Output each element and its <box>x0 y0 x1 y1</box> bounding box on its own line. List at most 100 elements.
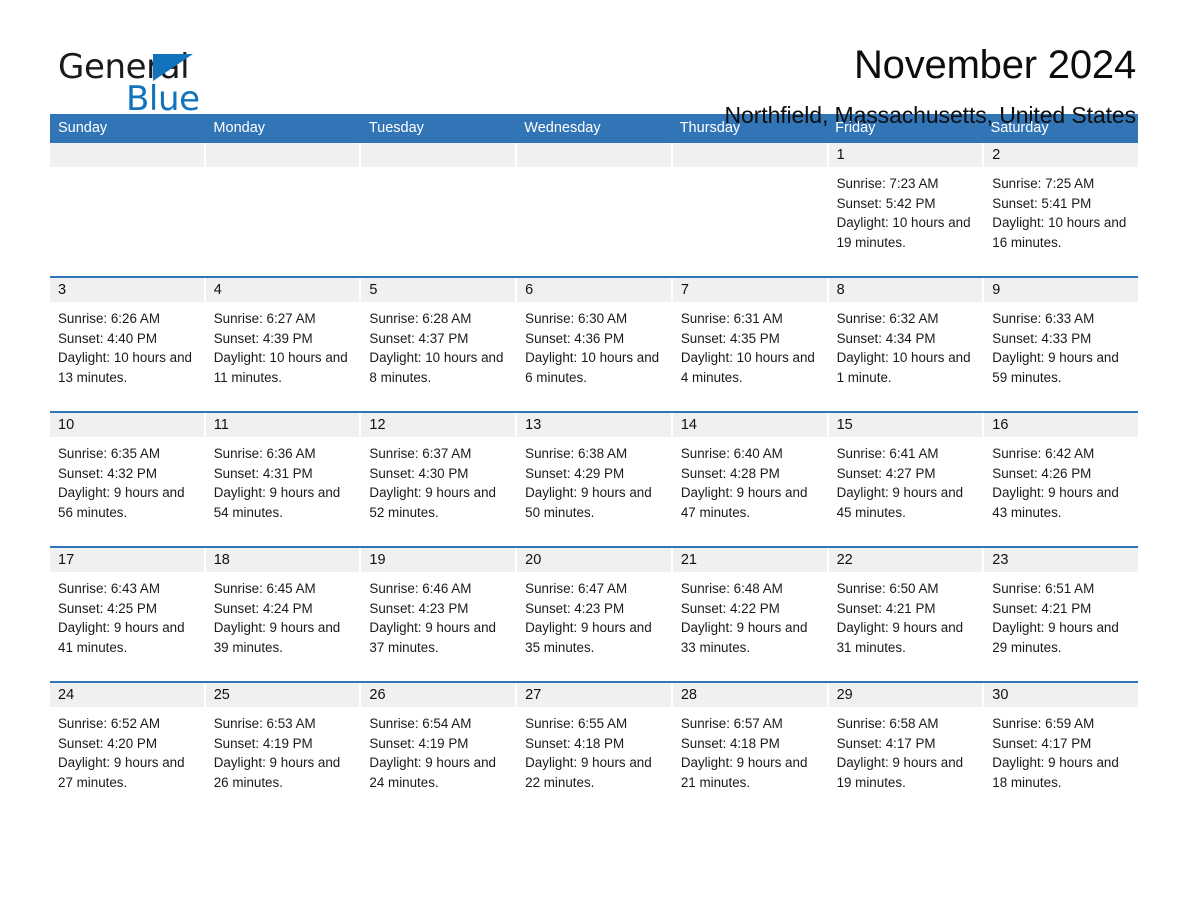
day-details: Sunrise: 7:23 AM Sunset: 5:42 PM Dayligh… <box>836 176 971 251</box>
day-number <box>361 143 516 167</box>
day-cell[interactable]: 16 Sunrise: 6:42 AM Sunset: 4:26 PM Dayli… <box>984 413 1138 546</box>
day-cell[interactable]: 20 Sunrise: 6:47 AM Sunset: 4:23 PM Dayli… <box>517 548 671 681</box>
weekday-header-monday: Monday <box>213 120 266 136</box>
day-cell[interactable] <box>50 143 204 276</box>
day-cell[interactable] <box>205 143 360 276</box>
day-details: Sunrise: 6:36 AM Sunset: 4:31 PM Dayligh… <box>213 446 341 521</box>
day-cell[interactable]: 24 Sunrise: 6:52 AM Sunset: 4:20 PM Dayli… <box>50 683 204 816</box>
generalblue-logo[interactable]: General Blue <box>50 44 310 116</box>
day-cell[interactable]: 22 Sunrise: 6:50 AM Sunset: 4:21 PM Dayli… <box>828 548 983 681</box>
day-number: 6 <box>517 278 671 302</box>
day-details: Sunrise: 6:52 AM Sunset: 4:20 PM Dayligh… <box>58 716 185 791</box>
day-cell[interactable]: 12 Sunrise: 6:37 AM Sunset: 4:30 PM Dayli… <box>361 413 516 546</box>
week-row: 24 Sunrise: 6:52 AM Sunset: 4:20 PM Dayli… <box>50 681 1138 816</box>
day-number: 1 <box>828 143 983 167</box>
day-details: Sunrise: 6:48 AM Sunset: 4:22 PM Dayligh… <box>680 581 808 656</box>
weekday-header-wednesday: Wednesday <box>524 120 601 136</box>
day-number: 10 <box>50 413 204 437</box>
day-cell[interactable]: 13 Sunrise: 6:38 AM Sunset: 4:29 PM Dayli… <box>517 413 671 546</box>
day-details <box>206 167 360 174</box>
day-details: Sunrise: 6:58 AM Sunset: 4:17 PM Dayligh… <box>836 716 964 791</box>
day-number: 12 <box>361 413 516 437</box>
day-details <box>673 167 827 174</box>
day-cell[interactable]: 1 Sunrise: 7:23 AM Sunset: 5:42 PM Daylig… <box>828 143 983 276</box>
day-details: Sunrise: 6:32 AM Sunset: 4:34 PM Dayligh… <box>836 311 971 386</box>
day-cell[interactable]: 2 Sunrise: 7:25 AM Sunset: 5:41 PM Daylig… <box>984 143 1138 276</box>
day-details: Sunrise: 6:47 AM Sunset: 4:23 PM Dayligh… <box>525 581 652 656</box>
week-row: 17 Sunrise: 6:43 AM Sunset: 4:25 PM Dayli… <box>50 546 1138 681</box>
day-cell[interactable]: 7 Sunrise: 6:31 AM Sunset: 4:35 PM Daylig… <box>672 278 827 411</box>
day-details: Sunrise: 6:50 AM Sunset: 4:21 PM Dayligh… <box>836 581 964 656</box>
day-number: 3 <box>50 278 204 302</box>
calendar-grid: Sunday Monday Tuesday Wednesday Thursday… <box>50 114 1138 816</box>
day-cell[interactable]: 30 Sunrise: 6:59 AM Sunset: 4:17 PM Dayli… <box>984 683 1138 816</box>
day-number: 8 <box>828 278 983 302</box>
day-details: Sunrise: 6:27 AM Sunset: 4:39 PM Dayligh… <box>213 311 348 386</box>
day-cell[interactable]: 29 Sunrise: 6:58 AM Sunset: 4:17 PM Dayli… <box>828 683 983 816</box>
day-number: 15 <box>828 413 983 437</box>
day-number: 18 <box>205 548 360 572</box>
weekday-header-friday: Friday <box>835 120 876 136</box>
day-cell[interactable]: 26 Sunrise: 6:54 AM Sunset: 4:19 PM Dayli… <box>361 683 516 816</box>
logo-word-blue: Blue <box>126 79 200 119</box>
day-number: 5 <box>361 278 516 302</box>
week-row: 10 Sunrise: 6:35 AM Sunset: 4:32 PM Dayli… <box>50 411 1138 546</box>
day-details: Sunrise: 6:42 AM Sunset: 4:26 PM Dayligh… <box>992 446 1119 521</box>
day-details: Sunrise: 6:45 AM Sunset: 4:24 PM Dayligh… <box>213 581 341 656</box>
day-details: Sunrise: 6:51 AM Sunset: 4:21 PM Dayligh… <box>992 581 1119 656</box>
day-details: Sunrise: 6:43 AM Sunset: 4:25 PM Dayligh… <box>58 581 185 656</box>
day-details: Sunrise: 6:54 AM Sunset: 4:19 PM Dayligh… <box>369 716 496 791</box>
day-details <box>50 167 204 174</box>
day-cell[interactable]: 11 Sunrise: 6:36 AM Sunset: 4:31 PM Dayli… <box>205 413 360 546</box>
day-cell[interactable] <box>517 143 671 276</box>
day-number: 27 <box>517 683 671 707</box>
day-cell[interactable]: 8 Sunrise: 6:32 AM Sunset: 4:34 PM Daylig… <box>828 278 983 411</box>
day-cell[interactable]: 3 Sunrise: 6:26 AM Sunset: 4:40 PM Daylig… <box>50 278 204 411</box>
day-details: Sunrise: 6:33 AM Sunset: 4:33 PM Dayligh… <box>992 311 1119 386</box>
day-cell[interactable] <box>361 143 516 276</box>
day-cell[interactable]: 17 Sunrise: 6:43 AM Sunset: 4:25 PM Dayli… <box>50 548 204 681</box>
day-cell[interactable]: 4 Sunrise: 6:27 AM Sunset: 4:39 PM Daylig… <box>205 278 360 411</box>
day-number <box>50 143 204 167</box>
day-cell[interactable]: 19 Sunrise: 6:46 AM Sunset: 4:23 PM Dayli… <box>361 548 516 681</box>
day-details: Sunrise: 6:35 AM Sunset: 4:32 PM Dayligh… <box>58 446 185 521</box>
day-details: Sunrise: 6:26 AM Sunset: 4:40 PM Dayligh… <box>58 311 192 386</box>
day-number: 20 <box>517 548 671 572</box>
day-details: Sunrise: 6:57 AM Sunset: 4:18 PM Dayligh… <box>680 716 808 791</box>
day-number: 16 <box>984 413 1138 437</box>
day-details: Sunrise: 6:38 AM Sunset: 4:29 PM Dayligh… <box>525 446 652 521</box>
week-row: 3 Sunrise: 6:26 AM Sunset: 4:40 PM Daylig… <box>50 276 1138 411</box>
day-number: 22 <box>828 548 983 572</box>
day-cell[interactable]: 28 Sunrise: 6:57 AM Sunset: 4:18 PM Dayli… <box>672 683 827 816</box>
day-number: 25 <box>205 683 360 707</box>
day-number: 9 <box>984 278 1138 302</box>
day-number: 4 <box>205 278 360 302</box>
page-title: November 2024 <box>853 43 1136 87</box>
day-cell[interactable]: 27 Sunrise: 6:55 AM Sunset: 4:18 PM Dayli… <box>517 683 671 816</box>
day-number <box>672 143 827 167</box>
day-cell[interactable]: 14 Sunrise: 6:40 AM Sunset: 4:28 PM Dayli… <box>672 413 827 546</box>
day-details: Sunrise: 6:37 AM Sunset: 4:30 PM Dayligh… <box>369 446 496 521</box>
day-number: 13 <box>517 413 671 437</box>
week-row: 1 Sunrise: 7:23 AM Sunset: 5:42 PM Daylig… <box>50 143 1138 276</box>
day-number <box>205 143 360 167</box>
day-cell[interactable]: 9 Sunrise: 6:33 AM Sunset: 4:33 PM Daylig… <box>984 278 1138 411</box>
day-cell[interactable]: 21 Sunrise: 6:48 AM Sunset: 4:22 PM Dayli… <box>672 548 827 681</box>
day-cell[interactable]: 5 Sunrise: 6:28 AM Sunset: 4:37 PM Daylig… <box>361 278 516 411</box>
day-number: 11 <box>205 413 360 437</box>
day-details: Sunrise: 7:25 AM Sunset: 5:41 PM Dayligh… <box>992 176 1127 251</box>
day-details <box>517 167 671 174</box>
day-cell[interactable]: 6 Sunrise: 6:30 AM Sunset: 4:36 PM Daylig… <box>517 278 671 411</box>
day-cell[interactable]: 18 Sunrise: 6:45 AM Sunset: 4:24 PM Dayli… <box>205 548 360 681</box>
day-cell[interactable]: 10 Sunrise: 6:35 AM Sunset: 4:32 PM Dayli… <box>50 413 204 546</box>
day-cell[interactable]: 15 Sunrise: 6:41 AM Sunset: 4:27 PM Dayli… <box>828 413 983 546</box>
day-number <box>517 143 671 167</box>
day-number: 14 <box>672 413 827 437</box>
day-cell[interactable] <box>672 143 827 276</box>
logo-triangle-icon <box>153 54 193 81</box>
day-number: 26 <box>361 683 516 707</box>
day-details: Sunrise: 6:59 AM Sunset: 4:17 PM Dayligh… <box>992 716 1119 791</box>
day-cell[interactable]: 25 Sunrise: 6:53 AM Sunset: 4:19 PM Dayli… <box>205 683 360 816</box>
day-cell[interactable]: 23 Sunrise: 6:51 AM Sunset: 4:21 PM Dayli… <box>984 548 1138 681</box>
day-details: Sunrise: 6:40 AM Sunset: 4:28 PM Dayligh… <box>680 446 808 521</box>
